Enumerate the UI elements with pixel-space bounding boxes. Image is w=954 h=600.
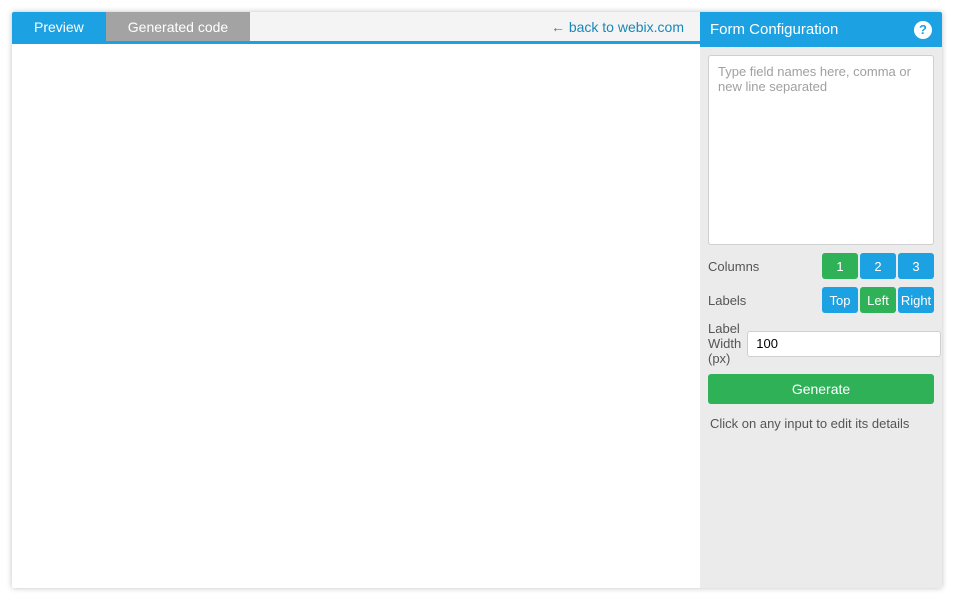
labels-row: Labels Top Left Right bbox=[708, 287, 934, 313]
columns-row: Columns 1 2 3 bbox=[708, 253, 934, 279]
panel-title: Form Configuration bbox=[710, 21, 838, 38]
tab-generated-code[interactable]: Generated code bbox=[106, 12, 250, 41]
app-root: Preview Generated code ← back to webix.c… bbox=[12, 12, 942, 588]
labels-label: Labels bbox=[708, 293, 816, 308]
panel-body: Columns 1 2 3 Labels Top Left Right Labe… bbox=[700, 47, 942, 439]
columns-option-3[interactable]: 3 bbox=[898, 253, 934, 279]
labels-segmented: Top Left Right bbox=[822, 287, 934, 313]
panel-header: Form Configuration ? bbox=[700, 12, 942, 47]
preview-area bbox=[12, 44, 700, 588]
labels-option-top[interactable]: Top bbox=[822, 287, 858, 313]
labels-option-left[interactable]: Left bbox=[860, 287, 896, 313]
label-width-row: Label Width (px) bbox=[708, 321, 934, 366]
columns-segmented: 1 2 3 bbox=[822, 253, 934, 279]
field-names-input[interactable] bbox=[708, 55, 934, 245]
tabbar: Preview Generated code ← back to webix.c… bbox=[12, 12, 700, 44]
back-link[interactable]: ← back to webix.com bbox=[535, 12, 700, 41]
config-panel: Form Configuration ? Columns 1 2 3 Label… bbox=[700, 12, 942, 588]
left-pane: Preview Generated code ← back to webix.c… bbox=[12, 12, 700, 588]
hint-text: Click on any input to edit its details bbox=[708, 412, 934, 431]
columns-option-1[interactable]: 1 bbox=[822, 253, 858, 279]
columns-option-2[interactable]: 2 bbox=[860, 253, 896, 279]
tab-preview[interactable]: Preview bbox=[12, 12, 106, 41]
labels-option-right[interactable]: Right bbox=[898, 287, 934, 313]
help-icon[interactable]: ? bbox=[914, 21, 932, 39]
tabbar-spacer bbox=[250, 12, 535, 41]
generate-button[interactable]: Generate bbox=[708, 374, 934, 404]
label-width-input[interactable] bbox=[747, 331, 941, 357]
label-width-label: Label Width (px) bbox=[708, 321, 741, 366]
columns-label: Columns bbox=[708, 259, 816, 274]
